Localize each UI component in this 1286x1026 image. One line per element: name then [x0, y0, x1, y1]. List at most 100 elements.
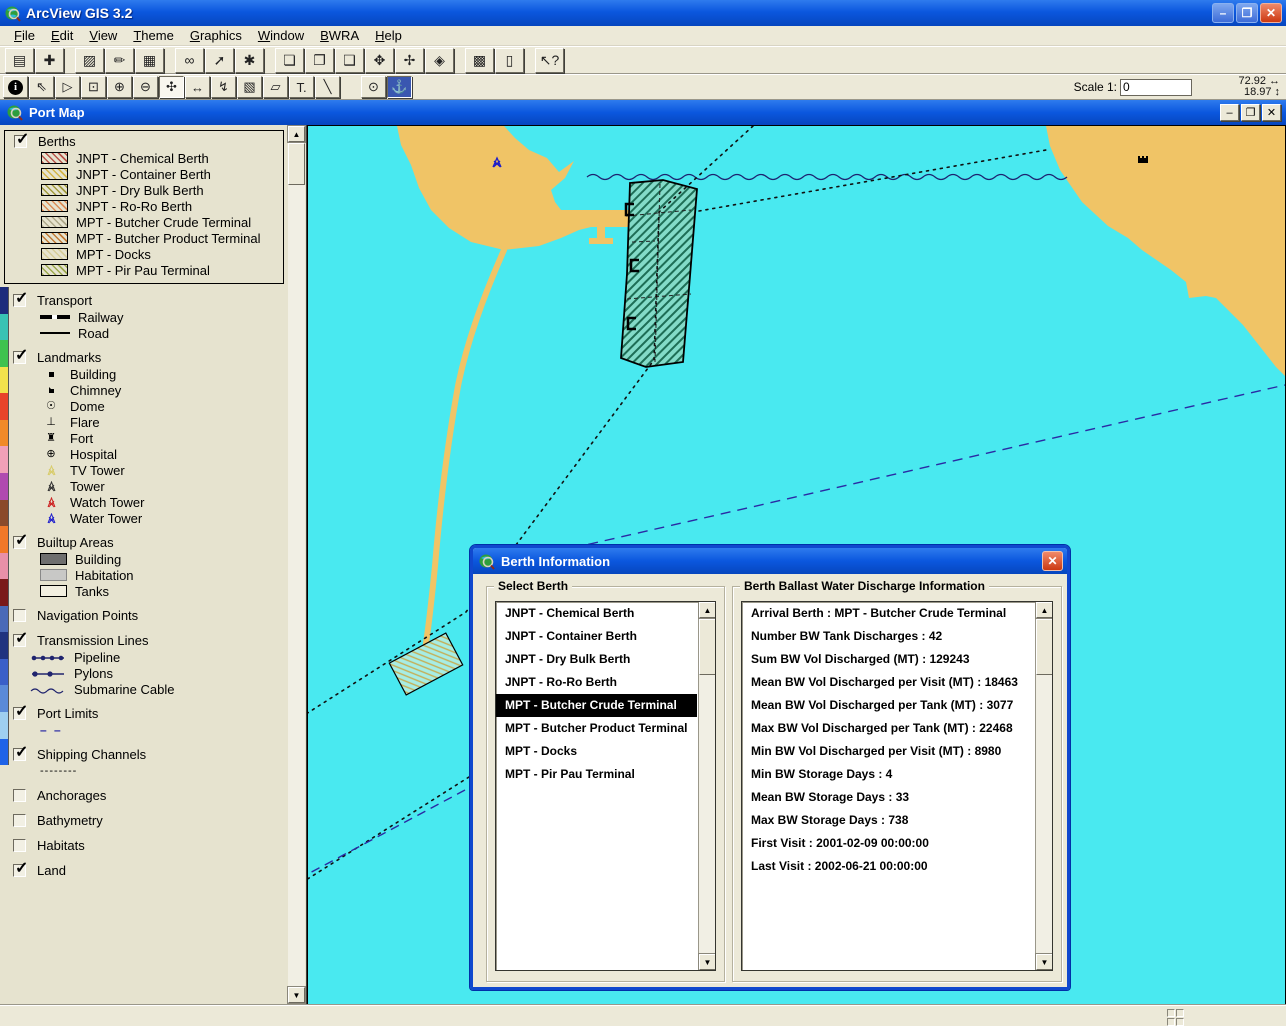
berth-list-item[interactable]: JNPT - Ro-Ro Berth [496, 671, 697, 694]
palette-color[interactable] [0, 685, 8, 712]
hotlink-tool[interactable]: ↯ [211, 76, 236, 98]
habitats-checkbox[interactable] [13, 839, 26, 852]
zoom-out-tool[interactable]: ⊖ [133, 76, 158, 98]
zoom-selected-button[interactable]: ❑ [335, 48, 364, 73]
zoom-active-theme-button[interactable]: ❐ [305, 48, 334, 73]
scroll-down-button[interactable]: ▼ [1036, 954, 1053, 970]
restore-button[interactable]: ❐ [1236, 3, 1258, 23]
menu-file[interactable]: File [6, 27, 43, 44]
legend-group-land[interactable]: ✓ Land [0, 862, 288, 879]
menu-window[interactable]: Window [250, 27, 312, 44]
palette-color[interactable] [0, 500, 8, 527]
scroll-thumb[interactable] [699, 619, 716, 675]
palette-color[interactable] [0, 446, 8, 473]
palette-color[interactable] [0, 420, 8, 447]
port-limits-checkbox[interactable]: ✓ [13, 707, 26, 720]
text-tool[interactable]: T. [289, 76, 314, 98]
info-list-scrollbar[interactable]: ▲ ▼ [1035, 602, 1052, 970]
palette-color[interactable] [0, 712, 8, 739]
berth-list-item[interactable]: JNPT - Chemical Berth [496, 602, 697, 625]
berth-list-item[interactable]: JNPT - Dry Bulk Berth [496, 648, 697, 671]
legend-group-habitats[interactable]: Habitats [0, 837, 288, 854]
builtup-checkbox[interactable]: ✓ [13, 536, 26, 549]
legend-group-bathymetry[interactable]: Bathymetry [0, 812, 288, 829]
measure-tool[interactable]: ↔ [185, 76, 210, 98]
identify-tool[interactable]: i [3, 76, 28, 98]
add-theme-button[interactable]: ✚ [35, 48, 64, 73]
menu-help[interactable]: Help [367, 27, 410, 44]
scroll-down-button[interactable]: ▼ [699, 954, 716, 970]
theme-properties-button[interactable]: ▨ [75, 48, 104, 73]
save-project-button[interactable]: ▤ [5, 48, 34, 73]
bathymetry-checkbox[interactable] [13, 814, 26, 827]
transmission-checkbox[interactable]: ✓ [13, 634, 26, 647]
berth-list-item-selected[interactable]: MPT - Butcher Crude Terminal [496, 694, 697, 717]
dialog-titlebar[interactable]: Berth Information ✕ [473, 548, 1067, 574]
scroll-down-button[interactable]: ▼ [288, 987, 305, 1003]
app-titlebar[interactable]: ArcView GIS 3.2 – ❐ ✕ [0, 0, 1286, 26]
zoom-full-extent-button[interactable]: ❏ [275, 48, 304, 73]
portmap-titlebar[interactable]: Port Map – ❐ ✕ [0, 100, 1286, 125]
legend-group-berths[interactable]: ✓ Berths JNPT - Chemical Berth JNPT - Co… [4, 130, 284, 284]
resize-grid-icon[interactable] [1167, 1009, 1184, 1026]
legend-scrollbar[interactable]: ▲ ▼ [288, 126, 305, 1003]
scroll-up-button[interactable]: ▲ [288, 126, 305, 142]
scroll-up-button[interactable]: ▲ [699, 602, 716, 618]
palette-color[interactable] [0, 473, 8, 500]
land-checkbox[interactable]: ✓ [13, 864, 26, 877]
find-button[interactable]: ∞ [175, 48, 204, 73]
scroll-up-button[interactable]: ▲ [1036, 602, 1053, 618]
transport-checkbox[interactable]: ✓ [13, 294, 26, 307]
palette-color[interactable] [0, 314, 8, 341]
draw-line-tool[interactable]: ╲ [315, 76, 340, 98]
legend-group-transport[interactable]: ✓ Transport Railway Road [0, 292, 288, 341]
zoom-in-extent-button[interactable]: ✥ [365, 48, 394, 73]
palette-color[interactable] [0, 393, 8, 420]
open-table-button[interactable]: ▦ [135, 48, 164, 73]
palette-color[interactable] [0, 287, 8, 314]
palette-color[interactable] [0, 659, 8, 686]
scroll-thumb[interactable] [1036, 619, 1053, 675]
query-builder-button[interactable]: ✱ [235, 48, 264, 73]
palette-color[interactable] [0, 739, 8, 766]
portmap-close-button[interactable]: ✕ [1262, 104, 1281, 121]
berth-list-item[interactable]: MPT - Docks [496, 740, 697, 763]
legend-group-anchorages[interactable]: Anchorages [0, 787, 288, 804]
anchorages-checkbox[interactable] [13, 789, 26, 802]
ballast-info-listbox[interactable]: Arrival Berth : MPT - Butcher Crude Term… [741, 601, 1053, 971]
pan-tool[interactable]: ✣ [159, 76, 184, 98]
menu-theme[interactable]: Theme [125, 27, 181, 44]
berth-list-item[interactable]: JNPT - Container Berth [496, 625, 697, 648]
menu-edit[interactable]: Edit [43, 27, 81, 44]
berths-checkbox[interactable]: ✓ [14, 135, 27, 148]
scroll-thumb[interactable] [288, 143, 305, 185]
legend-group-shipping[interactable]: ✓ Shipping Channels -------- [0, 746, 288, 779]
legend-group-transmission[interactable]: ✓ Transmission Lines Pipeline Pylons Sub… [0, 632, 288, 697]
menu-graphics[interactable]: Graphics [182, 27, 250, 44]
select-rectangle-tool[interactable]: ⊡ [81, 76, 106, 98]
pointer-tool[interactable]: ⇖ [29, 76, 54, 98]
berth-list-item[interactable]: MPT - Butcher Product Terminal [496, 717, 697, 740]
clear-selection-button[interactable]: ▯ [495, 48, 524, 73]
zoom-previous-button[interactable]: ◈ [425, 48, 454, 73]
edit-legend-button[interactable]: ✏ [105, 48, 134, 73]
minimize-button[interactable]: – [1212, 3, 1234, 23]
legend-group-builtup[interactable]: ✓ Builtup Areas Building Habitation Tank… [0, 534, 288, 599]
help-button[interactable]: ↖? [535, 48, 564, 73]
palette-color[interactable] [0, 579, 8, 606]
zoom-out-extent-button[interactable]: ✢ [395, 48, 424, 73]
legend-group-landmarks[interactable]: ✓ Landmarks Building Chimney ☉Dome ⊥Flar… [0, 349, 288, 526]
select-feature-tool[interactable]: ▧ [237, 76, 262, 98]
shipping-checkbox[interactable]: ✓ [13, 748, 26, 761]
navigation-checkbox[interactable] [13, 609, 26, 622]
legend-group-port-limits[interactable]: ✓ Port Limits – – [0, 705, 288, 738]
label-tool[interactable]: ▱ [263, 76, 288, 98]
bwra-berth-info-tool[interactable]: ⚓ [387, 76, 412, 98]
landmarks-checkbox[interactable]: ✓ [13, 351, 26, 364]
portmap-minimize-button[interactable]: – [1220, 104, 1239, 121]
palette-color[interactable] [0, 606, 8, 633]
palette-strip[interactable] [0, 287, 9, 765]
select-features-button[interactable]: ▩ [465, 48, 494, 73]
palette-color[interactable] [0, 526, 8, 553]
close-button[interactable]: ✕ [1260, 3, 1282, 23]
